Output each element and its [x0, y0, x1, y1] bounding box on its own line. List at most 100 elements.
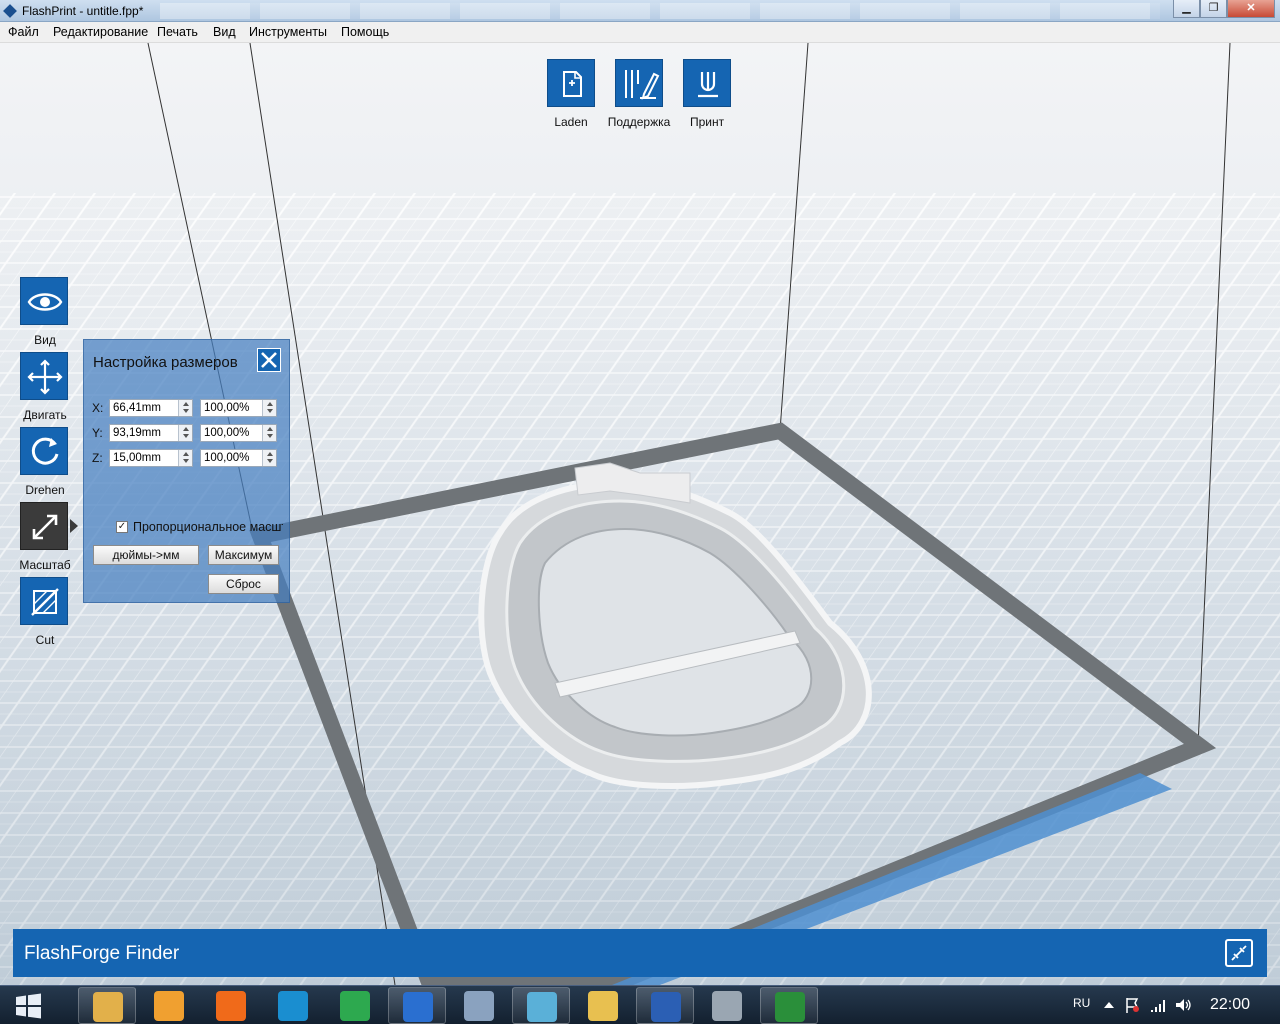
taskbar-app-notepad[interactable] [512, 987, 570, 1024]
cut-tool[interactable]: Cut [20, 577, 70, 647]
menu-edit[interactable]: Редактирование [53, 25, 148, 39]
taskbar-app-origin[interactable] [202, 987, 260, 1024]
tray-expand-icon[interactable] [1104, 1000, 1114, 1008]
support-icon[interactable] [615, 59, 663, 107]
minimize-button[interactable]: ▁ [1173, 0, 1200, 18]
taskbar-app-word[interactable] [636, 987, 694, 1024]
size-z-input[interactable] [109, 449, 193, 467]
rotate-tool[interactable]: Drehen [20, 427, 70, 497]
scale-icon[interactable] [20, 502, 68, 550]
move-arrows-icon[interactable] [20, 352, 68, 400]
close-icon [261, 352, 277, 368]
inch-to-mm-button[interactable]: дюймы->мм [93, 545, 199, 565]
paint-icon [588, 991, 618, 1021]
chrome-icon [340, 991, 370, 1021]
percent-x-stepper[interactable] [262, 400, 276, 416]
taskbar-app-chrome[interactable] [326, 987, 384, 1024]
eye-icon[interactable] [20, 277, 68, 325]
3d-viewport[interactable]: Laden Поддержка Принт Вид Двигать Drehen [0, 43, 1280, 985]
view-tool[interactable]: Вид [20, 277, 70, 347]
close-window-button[interactable]: ✕ [1227, 0, 1275, 18]
menu-help[interactable]: Помощь [341, 25, 389, 39]
title-bar: FlashPrint - untitle.fpp* ▁ ❐ ✕ [0, 0, 1280, 22]
support-label: Поддержка [607, 115, 671, 129]
cut-label: Cut [35, 633, 55, 647]
flashforge-finder-bar: FlashForge Finder [13, 929, 1267, 977]
cut-icon[interactable] [20, 577, 68, 625]
size-y-input[interactable] [109, 424, 193, 442]
clock[interactable]: 22:00 [1210, 996, 1250, 1014]
notepad-icon [527, 992, 557, 1022]
taskbar-app-ccleaner[interactable] [264, 987, 322, 1024]
axis-label-z: Z: [92, 451, 103, 465]
reset-button[interactable]: Сброс [208, 574, 279, 594]
percent-x-input[interactable] [200, 399, 277, 417]
proportional-checkbox[interactable]: ✓ [116, 521, 128, 533]
flashprint-icon [403, 992, 433, 1022]
percent-z-input[interactable] [200, 449, 277, 467]
printer-name: FlashForge Finder [24, 943, 180, 964]
ccleaner-icon [278, 991, 308, 1021]
network-icon [712, 991, 742, 1021]
menu-bar: Файл Редактирование Печать Вид Инструмен… [0, 22, 1280, 43]
scale-panel-title: Настройка размеров [93, 354, 238, 371]
menu-print[interactable]: Печать [157, 25, 198, 39]
taskbar-app-excel[interactable] [760, 987, 818, 1024]
view-label: Вид [34, 333, 56, 347]
excel-icon [775, 992, 805, 1022]
load-label: Laden [554, 115, 588, 129]
load-file-icon[interactable] [547, 59, 595, 107]
connect-printer-button[interactable] [1225, 939, 1253, 967]
size-z-stepper[interactable] [178, 450, 192, 466]
maximum-button[interactable]: Максимум [208, 545, 279, 565]
rotate-label: Drehen [25, 483, 65, 497]
move-label: Двигать [23, 408, 67, 422]
action-center-flag-icon[interactable] [1124, 996, 1140, 1014]
taskbar-app-network[interactable] [698, 987, 756, 1024]
active-tool-pointer [70, 519, 78, 533]
taskbar-app-calculator[interactable] [450, 987, 508, 1024]
percent-y-input[interactable] [200, 424, 277, 442]
explorer-icon [93, 992, 123, 1022]
size-x-input[interactable] [109, 399, 193, 417]
menu-tools[interactable]: Инструменты [249, 25, 327, 39]
support-tool[interactable]: Поддержка [604, 59, 674, 129]
origin-icon [216, 991, 246, 1021]
background-windows-strip [160, 3, 1160, 19]
taskbar-app-paint[interactable] [574, 987, 632, 1024]
network-signal-icon[interactable] [1150, 996, 1166, 1014]
load-tool[interactable]: Laden [536, 59, 606, 129]
percent-z-stepper[interactable] [262, 450, 276, 466]
axis-label-y: Y: [92, 426, 103, 440]
close-panel-button[interactable] [257, 348, 281, 372]
print-tool[interactable]: Принт [672, 59, 742, 129]
taskbar: RU 22:00 [0, 985, 1280, 1024]
scale-panel: Настройка размеров X: Y: [83, 339, 290, 603]
start-button[interactable] [8, 989, 48, 1022]
calculator-icon [464, 991, 494, 1021]
rotate-icon[interactable] [20, 427, 68, 475]
maximize-button[interactable]: ❐ [1200, 0, 1227, 18]
size-y-stepper[interactable] [178, 425, 192, 441]
windows-logo-icon [16, 993, 41, 1019]
size-x-stepper[interactable] [178, 400, 192, 416]
percent-y-stepper[interactable] [262, 425, 276, 441]
link-icon [1231, 945, 1247, 961]
menu-view[interactable]: Вид [213, 25, 236, 39]
menu-file[interactable]: Файл [8, 25, 39, 39]
taskbar-app-flashprint[interactable] [388, 987, 446, 1024]
taskbar-app-media-player[interactable] [140, 987, 198, 1024]
move-tool[interactable]: Двигать [20, 352, 70, 422]
word-icon [651, 992, 681, 1022]
scale-tool[interactable]: Масштаб [19, 502, 71, 572]
window-title: FlashPrint - untitle.fpp* [22, 4, 144, 18]
flashprint-app-icon [3, 4, 17, 18]
print-icon[interactable] [683, 59, 731, 107]
media-player-icon [154, 991, 184, 1021]
print-label: Принт [689, 115, 725, 129]
axis-label-x: X: [92, 401, 104, 415]
language-indicator[interactable]: RU [1073, 996, 1090, 1010]
volume-icon[interactable] [1174, 996, 1192, 1014]
taskbar-app-explorer[interactable] [78, 987, 136, 1024]
scale-label: Масштаб [19, 558, 71, 572]
